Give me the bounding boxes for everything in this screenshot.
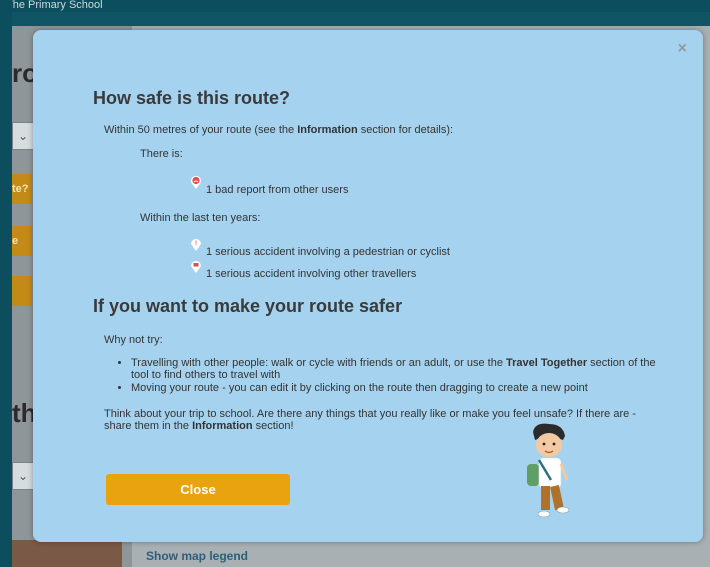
tips-list: Travelling with other people: walk or cy… bbox=[119, 357, 671, 395]
vehicle-accident-pin-icon bbox=[191, 261, 201, 273]
bad-report-pin-icon bbox=[191, 175, 201, 189]
tip-travel-together: Travelling with other people: walk or cy… bbox=[131, 357, 671, 381]
bad-report-text: 1 bad report from other users bbox=[206, 184, 349, 196]
panel-select[interactable]: ⌄ bbox=[12, 122, 34, 150]
panel-orange-button-2[interactable]: e bbox=[12, 226, 32, 256]
panel-illustration bbox=[12, 540, 122, 567]
intro-text: Within 50 metres of your route (see the … bbox=[104, 124, 454, 136]
route-safety-modal: × How safe is this route? Within 50 metr… bbox=[33, 30, 703, 542]
map-legend-link[interactable]: Show map legend bbox=[146, 549, 248, 563]
why-not-label: Why not try: bbox=[104, 334, 163, 346]
boy-character-illustration bbox=[527, 423, 570, 518]
tip-move-route: Moving your route - you can edit it by c… bbox=[131, 382, 671, 394]
there-is-label: There is: bbox=[140, 148, 183, 160]
accident-pedestrian-text: 1 serious accident involving a pedestria… bbox=[206, 246, 450, 258]
modal-title: How safe is this route? bbox=[93, 88, 291, 108]
accident-vehicle-text: 1 serious accident involving other trave… bbox=[206, 268, 417, 280]
panel-orange-button[interactable]: te? bbox=[12, 174, 32, 204]
left-edge bbox=[0, 0, 12, 567]
last-ten-years-label: Within the last ten years: bbox=[140, 212, 261, 224]
close-button[interactable]: Close bbox=[106, 474, 290, 505]
app-header-text: The Primary School bbox=[0, 0, 710, 12]
pedestrian-accident-pin-icon: ! bbox=[191, 239, 201, 251]
safer-route-heading: If you want to make your route safer bbox=[93, 296, 403, 316]
svg-text:!: ! bbox=[195, 240, 198, 248]
panel-orange-button-3[interactable] bbox=[12, 276, 32, 306]
panel-select-2[interactable]: ⌄ bbox=[12, 462, 34, 490]
close-icon[interactable]: × bbox=[678, 40, 687, 58]
